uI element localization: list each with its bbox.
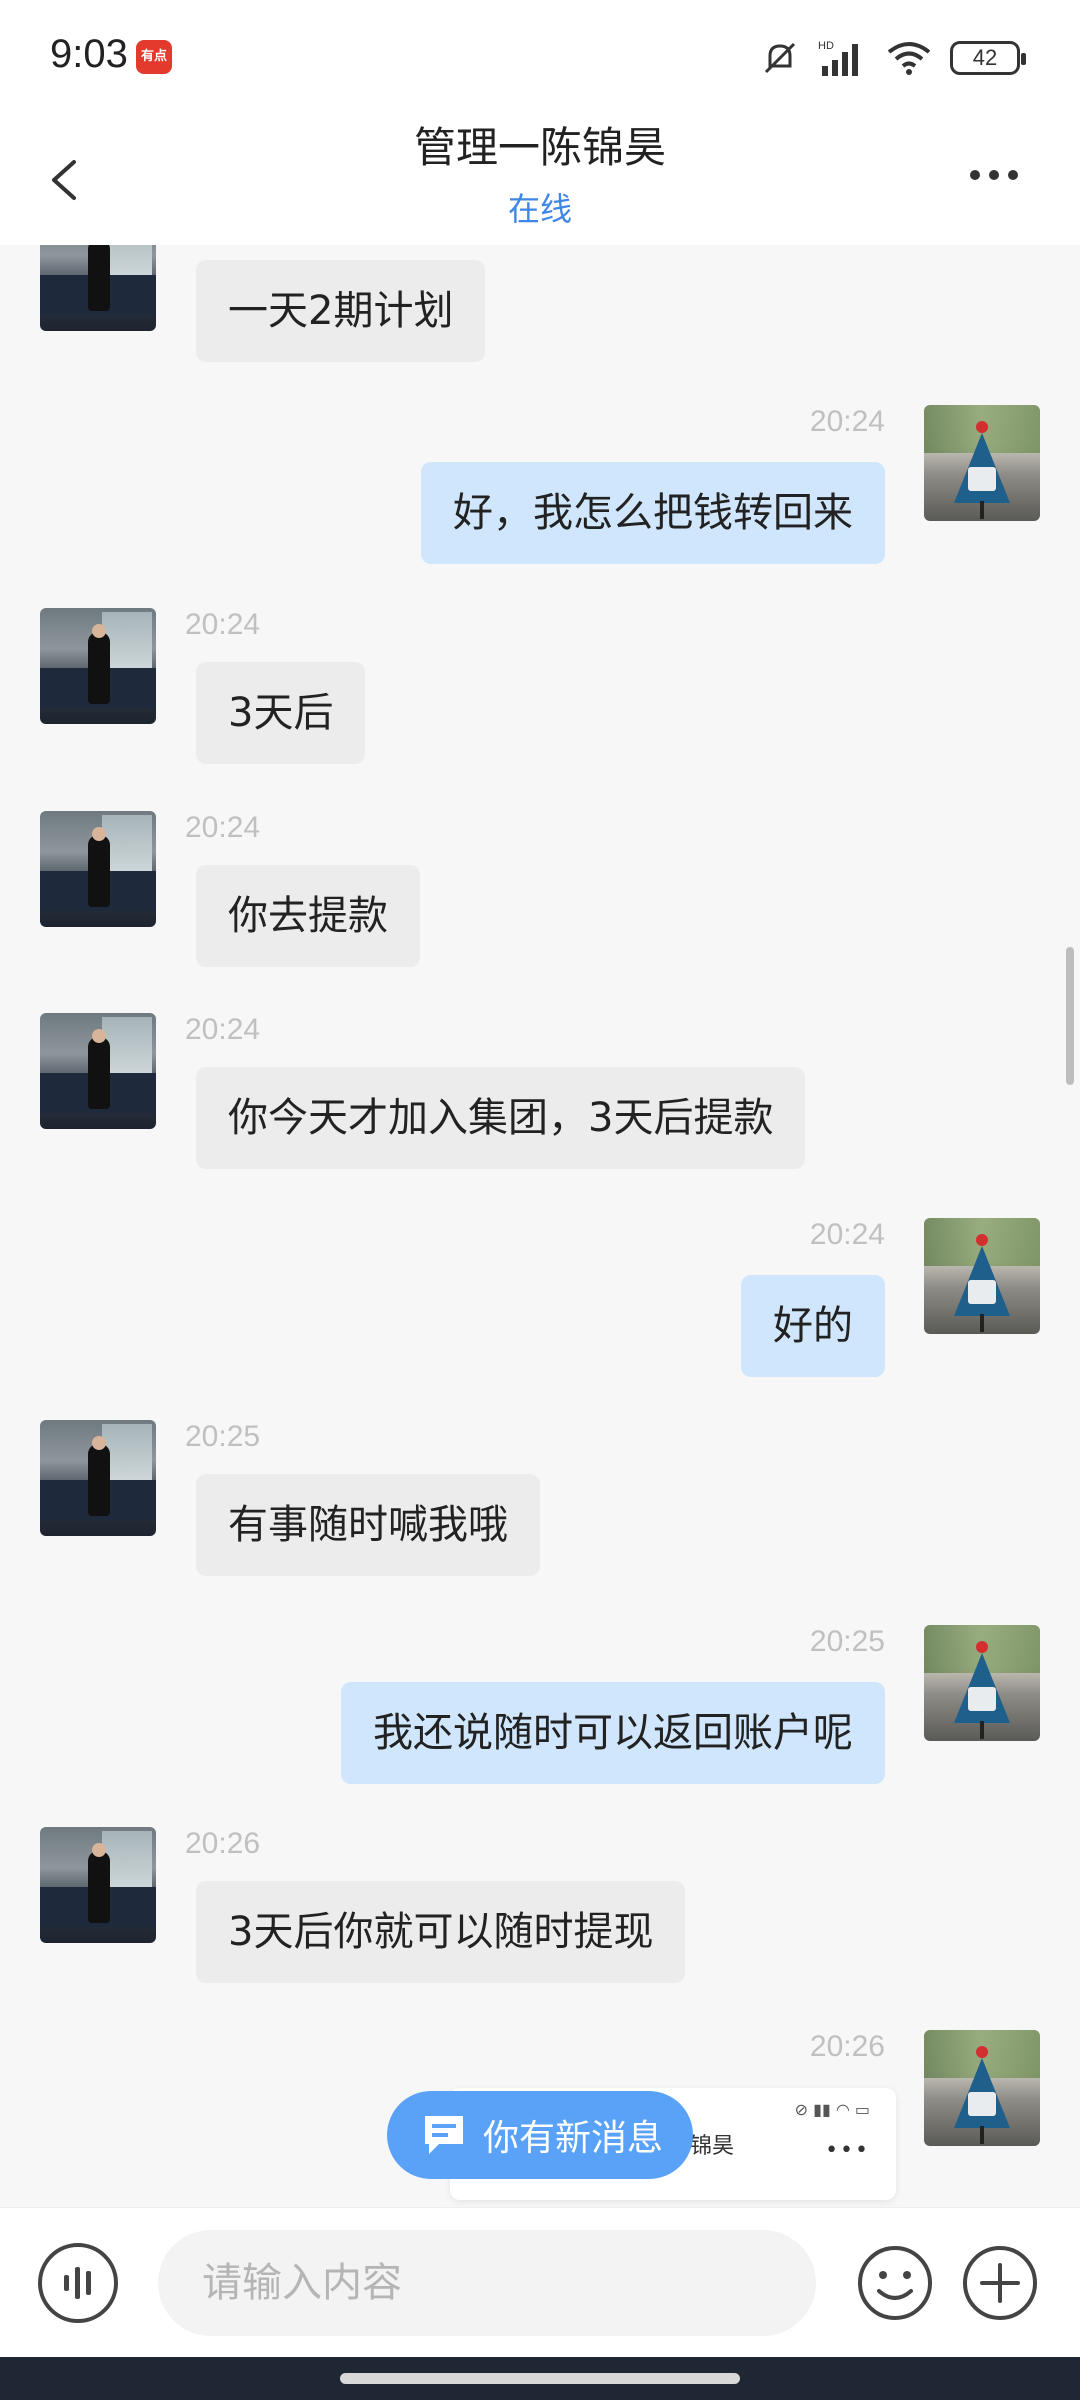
my-avatar[interactable] bbox=[924, 405, 1040, 521]
status-icons: HD 42 bbox=[760, 36, 1026, 80]
dot-icon bbox=[970, 170, 980, 180]
my-avatar[interactable] bbox=[924, 2030, 1040, 2146]
message-time: 20:25 bbox=[809, 1625, 885, 1658]
wifi-icon bbox=[887, 42, 931, 75]
message-bubble[interactable]: 好，我怎么把钱转回来 bbox=[421, 462, 885, 564]
preview-status-icons: ⊘ ▮▮ ◠ ▭ bbox=[794, 2100, 870, 2119]
battery-icon: 42 bbox=[950, 41, 1026, 75]
emoji-icon bbox=[858, 2246, 932, 2320]
contact-avatar[interactable] bbox=[40, 245, 156, 331]
contact-avatar[interactable] bbox=[40, 1420, 156, 1536]
plus-icon bbox=[963, 2246, 1037, 2320]
message-time: 20:24 bbox=[809, 405, 885, 438]
home-gesture-handle[interactable] bbox=[340, 2373, 740, 2384]
new-message-button[interactable]: 你有新消息 bbox=[387, 2091, 693, 2179]
message-time: 20:24 bbox=[185, 1013, 261, 1046]
input-bar bbox=[0, 2207, 1080, 2357]
message-bubble[interactable]: 我还说随时可以返回账户呢 bbox=[341, 1682, 885, 1784]
system-nav-bar bbox=[0, 2357, 1080, 2400]
preview-more-icon: ••• bbox=[825, 2138, 870, 2163]
message-time: 20:26 bbox=[185, 1827, 261, 1860]
dot-icon bbox=[1008, 170, 1018, 180]
voice-button[interactable] bbox=[38, 2243, 118, 2323]
page-title: 管理一陈锦昊 bbox=[413, 123, 666, 172]
my-avatar[interactable] bbox=[924, 1218, 1040, 1334]
voice-icon bbox=[64, 2267, 91, 2299]
new-message-label: 你有新消息 bbox=[483, 2118, 664, 2159]
message-time: 20:26 bbox=[809, 2030, 885, 2063]
contact-avatar[interactable] bbox=[40, 608, 156, 724]
contact-avatar[interactable] bbox=[40, 1827, 156, 1943]
message-bubble[interactable]: 有事随时喊我哦 bbox=[196, 1474, 540, 1576]
dot-icon bbox=[989, 170, 999, 180]
more-options-button[interactable] bbox=[970, 160, 1030, 190]
my-avatar[interactable] bbox=[924, 1625, 1040, 1741]
chat-header: 管理一陈锦昊 在线 bbox=[0, 110, 1080, 245]
contact-avatar[interactable] bbox=[40, 1013, 156, 1129]
status-bar: 9:03 有点 HD 42 bbox=[0, 0, 1080, 110]
svg-text:HD: HD bbox=[818, 40, 834, 52]
mute-icon bbox=[764, 42, 796, 74]
status-time: 9:03 bbox=[50, 32, 128, 76]
message-time: 20:24 bbox=[185, 608, 261, 641]
message-bubble[interactable]: 好的 bbox=[741, 1275, 885, 1377]
message-input[interactable] bbox=[158, 2230, 816, 2336]
app-notification-icon: 有点 bbox=[136, 40, 172, 74]
scrollbar[interactable] bbox=[1066, 947, 1074, 1085]
message-bubble[interactable]: 你去提款 bbox=[196, 865, 420, 967]
preview-title: 锦昊 bbox=[690, 2134, 735, 2159]
online-status: 在线 bbox=[507, 190, 572, 228]
message-time: 20:24 bbox=[185, 811, 261, 844]
chat-bubble-icon bbox=[425, 2116, 463, 2154]
message-bubble[interactable]: 3天后 bbox=[196, 662, 366, 764]
message-bubble[interactable]: 你今天才加入集团，3天后提款 bbox=[196, 1067, 806, 1169]
message-bubble[interactable]: 一天2期计划 bbox=[196, 260, 486, 362]
more-actions-button[interactable] bbox=[960, 2243, 1040, 2323]
message-time: 20:25 bbox=[185, 1420, 261, 1453]
contact-avatar[interactable] bbox=[40, 811, 156, 927]
message-bubble[interactable]: 3天后你就可以随时提现 bbox=[196, 1881, 686, 1983]
signal-icon: HD bbox=[818, 40, 858, 76]
chat-message-list[interactable]: 一天2期计划 20:24 好，我怎么把钱转回来 20:24 3天后 20:24 … bbox=[0, 245, 1080, 2207]
message-time: 20:24 bbox=[809, 1218, 885, 1251]
emoji-button[interactable] bbox=[855, 2243, 935, 2323]
